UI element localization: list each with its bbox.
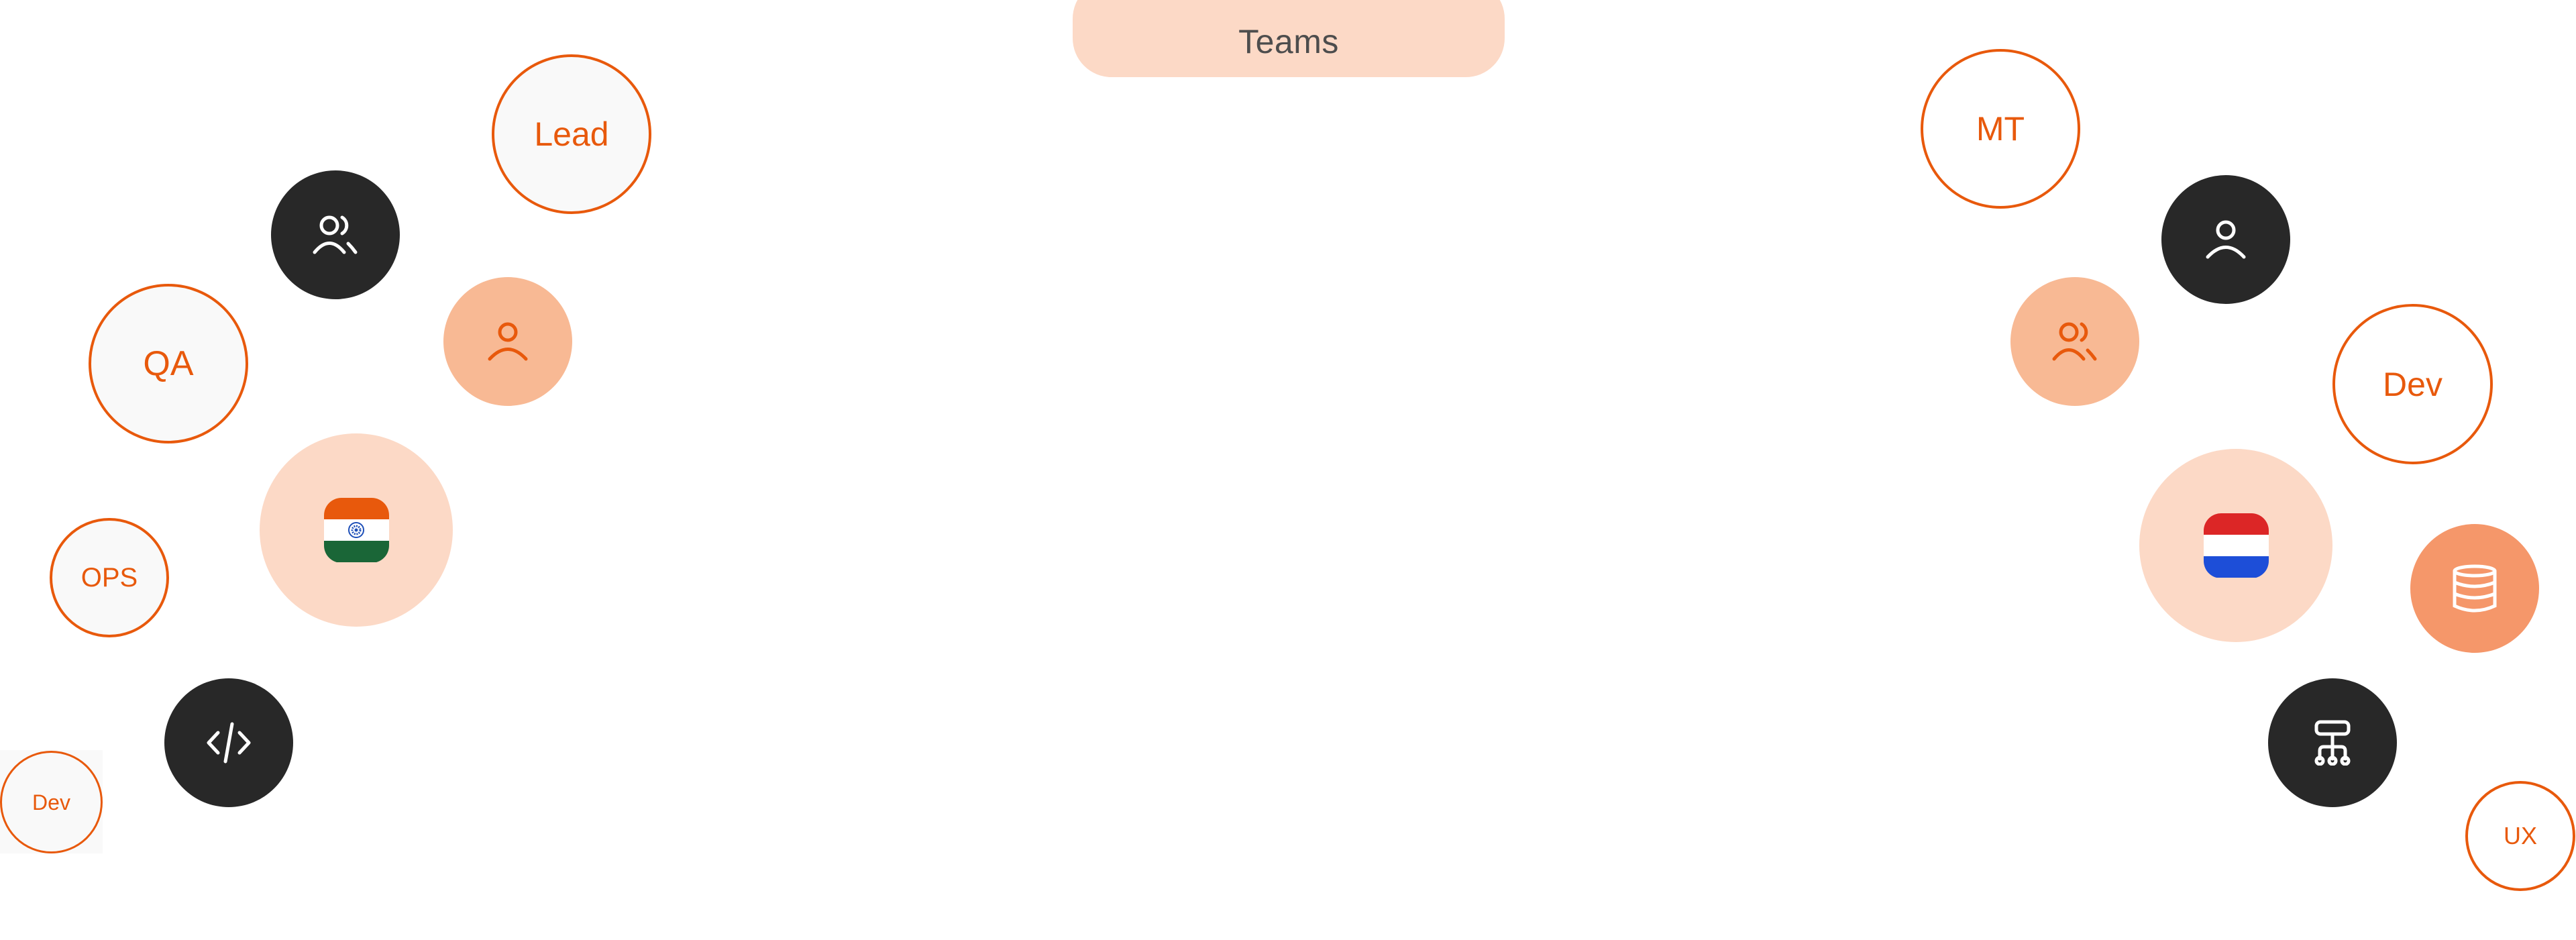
team-bubble-user[interactable] [443, 277, 572, 406]
team-label-qa: QA [143, 344, 194, 383]
team-bubble-database[interactable] [2410, 524, 2539, 653]
country-bubble-netherlands[interactable] [2139, 449, 2332, 642]
team-bubble-ops[interactable]: OPS [50, 518, 169, 637]
team-label-dev-left: Dev [32, 790, 70, 815]
team-label-lead: Lead [534, 115, 609, 153]
users-icon [312, 214, 359, 256]
teams-title: Teams [1238, 23, 1339, 60]
team-bubble-user-right[interactable] [2161, 175, 2290, 304]
country-bubble-india[interactable] [260, 433, 453, 627]
team-bubble-code[interactable] [164, 678, 293, 807]
network-icon [2310, 720, 2355, 766]
team-bubble-users[interactable] [271, 170, 400, 299]
team-bubble-users-right[interactable] [2010, 277, 2139, 406]
team-label-dev-right: Dev [2383, 365, 2443, 403]
team-bubble-ux[interactable]: UX [2465, 781, 2575, 891]
user-icon [2205, 219, 2247, 260]
team-label-ops: OPS [80, 563, 138, 592]
code-icon [206, 722, 252, 764]
teams-header-button[interactable]: Teams [1073, 0, 1505, 77]
team-label-mt: MT [1976, 110, 2025, 148]
team-bubble-mt[interactable]: MT [1921, 49, 2080, 209]
users-icon [2051, 321, 2098, 362]
netherlands-flag-icon [2203, 513, 2269, 578]
team-bubble-qa[interactable]: QA [89, 284, 248, 443]
database-icon [2452, 564, 2498, 613]
team-label-ux: UX [2503, 822, 2537, 849]
user-icon [487, 321, 529, 362]
team-bubble-dev-left[interactable]: Dev [0, 751, 103, 853]
team-bubble-network[interactable] [2268, 678, 2397, 807]
team-bubble-dev-right[interactable]: Dev [2332, 304, 2493, 464]
india-flag-icon [323, 497, 389, 563]
team-bubble-lead[interactable]: Lead [492, 54, 651, 214]
